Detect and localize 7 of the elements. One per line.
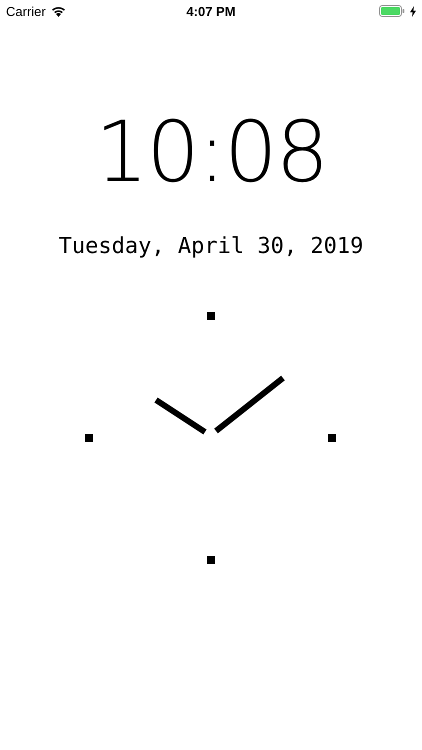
- date-text: Tuesday, April 30, 2019: [58, 234, 364, 260]
- battery-icon: [379, 5, 405, 17]
- wifi-icon: [50, 6, 66, 16]
- status-time: 4:07 PM: [186, 4, 236, 18]
- carrier-name: Carrier: [6, 4, 46, 18]
- charging-bolt-icon: [410, 6, 416, 16]
- digital-time: 10:08: [94, 110, 328, 194]
